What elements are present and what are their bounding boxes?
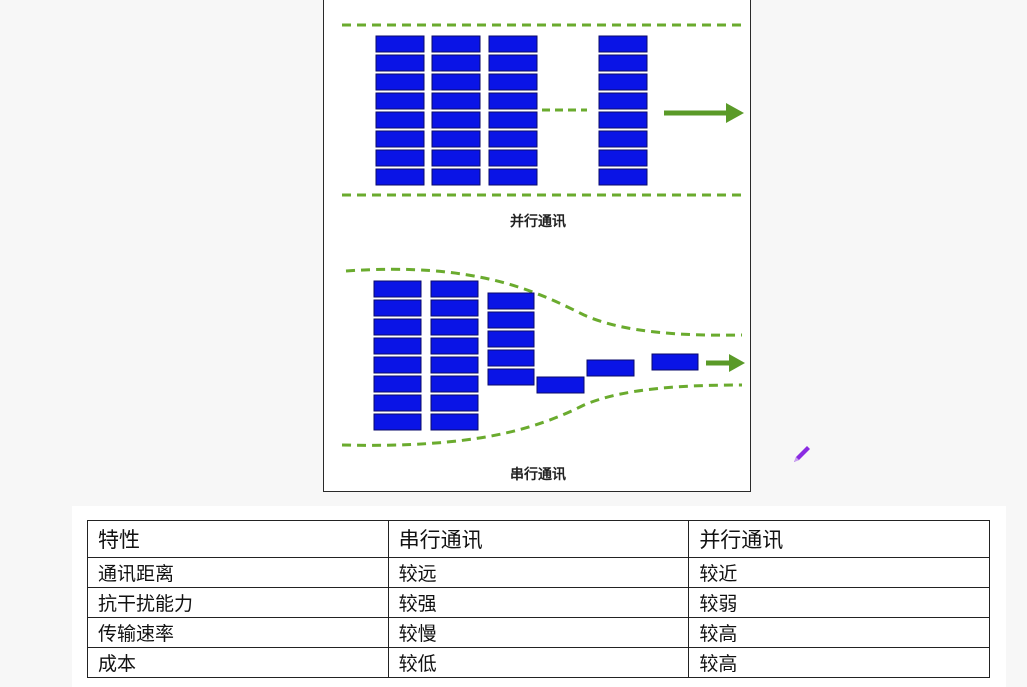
data-block [431,35,481,53]
data-block [430,413,479,431]
parallel-caption: 并行通讯 [510,214,566,230]
data-block [487,311,535,329]
data-block [375,35,425,53]
data-block [431,92,481,110]
data-block [488,130,538,148]
data-block [598,130,648,148]
comparison-table-area: 特性 串行通讯 并行通讯 通讯距离 较远 较近 抗干扰能力 较强 较弱 传输速率 [72,506,1006,687]
header-parallel: 并行通讯 [688,520,990,558]
data-block [598,168,648,186]
communication-diagram [341,23,745,447]
data-block [488,92,538,110]
header-feature: 特性 [87,520,389,558]
data-block [487,368,535,386]
data-block [488,111,538,129]
table-cell: 抗干扰能力 [87,587,389,618]
data-block [430,394,479,412]
table-row: 传输速率 较慢 较高 [87,617,990,648]
parallel-diagram [342,23,744,197]
data-block [375,54,425,72]
data-block [373,280,422,298]
data-block [431,73,481,91]
table-cell: 较低 [387,647,690,678]
pencil-icon[interactable] [790,442,814,466]
data-block [430,356,479,374]
data-block [373,394,422,412]
data-block [373,413,422,431]
data-block [430,280,479,298]
table-cell: 较高 [688,647,990,678]
data-block [598,149,648,167]
table-cell: 较远 [387,557,690,588]
data-block [651,353,699,371]
data-block [488,35,538,53]
table-cell: 传输速率 [87,617,389,648]
table-cell: 通讯距离 [87,557,389,588]
data-block [431,168,481,186]
data-block [431,149,481,167]
data-block [375,130,425,148]
data-block [373,356,422,374]
data-block [598,111,648,129]
table-cell: 较强 [387,587,690,618]
data-block [430,375,479,393]
data-block [430,337,479,355]
header-serial: 串行通讯 [387,520,690,558]
data-block [488,168,538,186]
data-block [375,92,425,110]
data-block [375,149,425,167]
data-block [373,337,422,355]
data-block [487,292,535,310]
serial-arrow-icon [706,354,745,372]
data-block [487,349,535,367]
data-block [488,54,538,72]
table-row: 通讯距离 较远 较近 [87,557,990,588]
communication-figure: 并行通讯 串行通讯 [323,0,751,492]
parallel-data-blocks [375,35,648,186]
data-block [536,376,585,394]
parallel-arrow-icon [664,103,744,123]
serial-diagram [341,267,745,447]
slide-page: 并行通讯 串行通讯 特性 串行通讯 并行通讯 通讯距离 较远 较近 抗干扰能力 … [0,0,1027,687]
data-block [430,299,479,317]
data-block [598,73,648,91]
data-block [431,111,481,129]
data-block [598,35,648,53]
data-block [487,330,535,348]
data-block [586,359,635,377]
data-block [430,318,479,336]
data-block [488,149,538,167]
data-block [375,111,425,129]
comparison-table: 特性 串行通讯 并行通讯 通讯距离 较远 较近 抗干扰能力 较强 较弱 传输速率 [87,520,990,678]
data-block [373,299,422,317]
data-block [373,318,422,336]
serial-data-blocks [373,280,699,431]
table-cell: 较近 [688,557,990,588]
table-cell: 较慢 [387,617,690,648]
data-block [598,92,648,110]
table-cell: 较弱 [688,587,990,618]
table-row: 成本 较低 较高 [87,647,990,678]
data-block [431,54,481,72]
table-cell: 较高 [688,617,990,648]
data-block [375,168,425,186]
data-block [431,130,481,148]
data-block [598,54,648,72]
table-row: 抗干扰能力 较强 较弱 [87,587,990,618]
data-block [488,73,538,91]
data-block [375,73,425,91]
table-header-row: 特性 串行通讯 并行通讯 [87,520,990,558]
data-block [373,375,422,393]
table-cell: 成本 [87,647,389,678]
serial-caption: 串行通讯 [510,467,566,483]
